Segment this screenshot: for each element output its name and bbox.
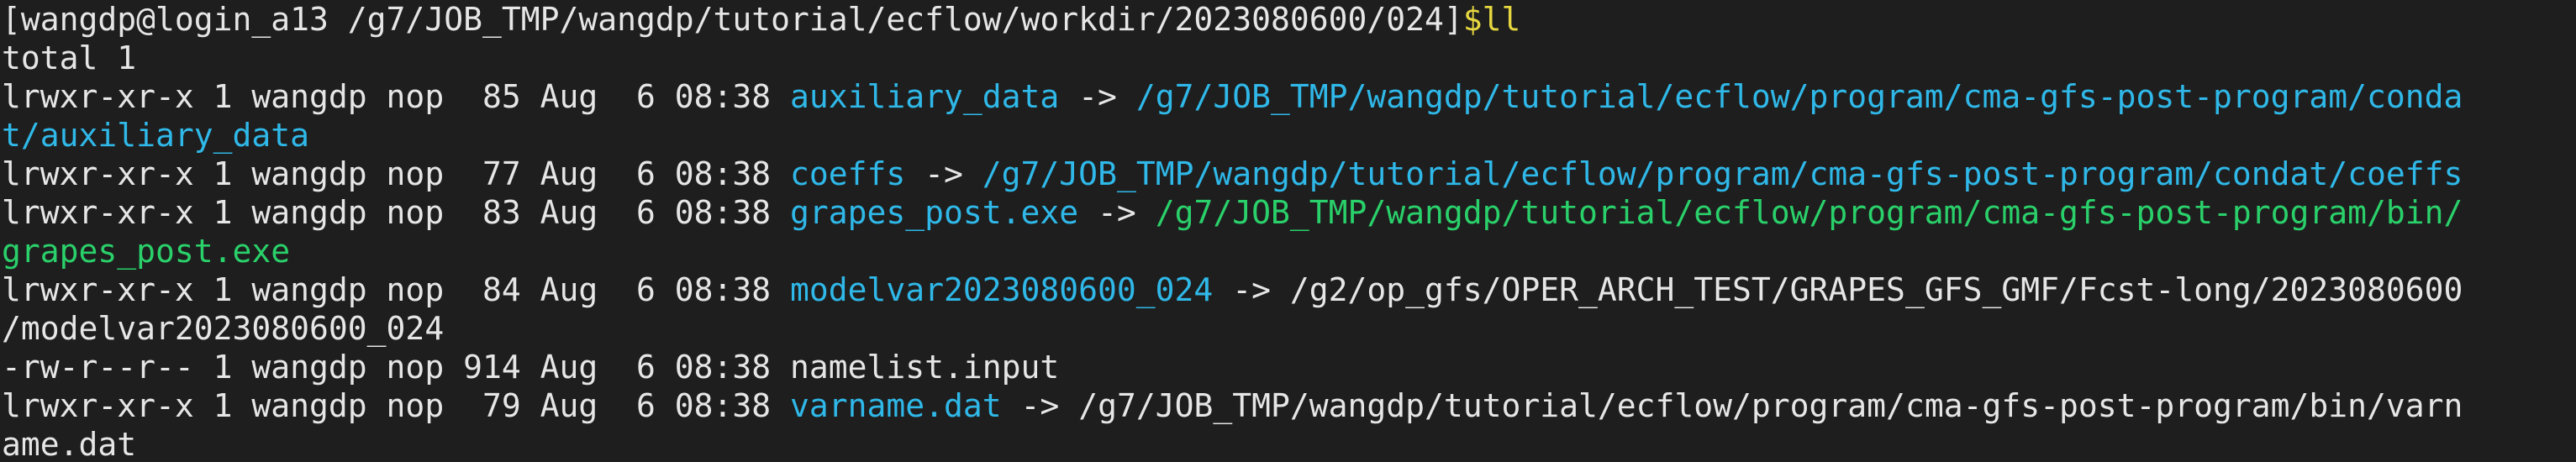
executable-target-wrap: grapes_post.exe: [2, 233, 291, 270]
terminal-window[interactable]: [wangdp@login_a13 /g7/JOB_TMP/wangdp/tut…: [0, 0, 2576, 462]
symlink-name: coeffs: [790, 155, 906, 192]
file-name: namelist.input: [790, 349, 1060, 386]
listing-row-wrap: /modelvar2023080600_024: [2, 309, 2576, 348]
symlink-name: auxiliary_data: [790, 78, 1060, 115]
listing-row: -rw-r--r-- 1 wangdp nop 914 Aug 6 08:38 …: [2, 348, 2576, 386]
shell-prompt: [wangdp@login_a13 /g7/JOB_TMP/wangdp/tut…: [2, 1, 1463, 38]
listing-row: lrwxr-xr-x 1 wangdp nop 85 Aug 6 08:38 a…: [2, 77, 2576, 116]
symlink-target: /g7/JOB_TMP/wangdp/tutorial/ecflow/progr…: [982, 155, 2463, 192]
link-arrow: ->: [905, 155, 982, 192]
total-line: total 1: [2, 39, 2576, 77]
file-meta: -rw-r--r-- 1 wangdp nop 914 Aug 6 08:38: [2, 349, 790, 386]
command-text: $ll: [1462, 1, 1521, 38]
listing-row-wrap: t/auxiliary_data: [2, 116, 2576, 155]
listing-row-wrap: grapes_post.exe: [2, 232, 2576, 270]
listing-row: lrwxr-xr-x 1 wangdp nop 84 Aug 6 08:38 m…: [2, 270, 2576, 309]
link-arrow: ->: [1001, 387, 1079, 424]
listing-row: lrwxr-xr-x 1 wangdp nop 77 Aug 6 08:38 c…: [2, 155, 2576, 193]
prompt-line: [wangdp@login_a13 /g7/JOB_TMP/wangdp/tut…: [2, 0, 2576, 39]
link-arrow: ->: [1078, 194, 1156, 231]
file-meta: lrwxr-xr-x 1 wangdp nop 83 Aug 6 08:38: [2, 194, 790, 231]
file-meta: lrwxr-xr-x 1 wangdp nop 79 Aug 6 08:38: [2, 387, 790, 424]
executable-target: /g7/JOB_TMP/wangdp/tutorial/ecflow/progr…: [1155, 194, 2463, 231]
file-meta: lrwxr-xr-x 1 wangdp nop 84 Aug 6 08:38: [2, 271, 790, 308]
symlink-target-wrap: /modelvar2023080600_024: [2, 310, 445, 347]
symlink-target: /g2/op_gfs/OPER_ARCH_TEST/GRAPES_GFS_GMF…: [1289, 271, 2463, 308]
symlink-target: /g7/JOB_TMP/wangdp/tutorial/ecflow/progr…: [1135, 78, 2463, 115]
symlink-name: modelvar2023080600_024: [790, 271, 1214, 308]
symlink-target: /g7/JOB_TMP/wangdp/tutorial/ecflow/progr…: [1078, 387, 2463, 424]
listing-row: lrwxr-xr-x 1 wangdp nop 79 Aug 6 08:38 v…: [2, 386, 2576, 425]
link-arrow: ->: [1059, 78, 1136, 115]
total-text: total 1: [2, 39, 137, 76]
file-meta: lrwxr-xr-x 1 wangdp nop 85 Aug 6 08:38: [2, 78, 790, 115]
listing-row: lrwxr-xr-x 1 wangdp nop 83 Aug 6 08:38 g…: [2, 193, 2576, 232]
file-meta: lrwxr-xr-x 1 wangdp nop 77 Aug 6 08:38: [2, 155, 790, 192]
link-arrow: ->: [1213, 271, 1290, 308]
symlink-target-wrap: t/auxiliary_data: [2, 117, 310, 154]
symlink-target-wrap: ame.dat: [2, 426, 137, 462]
symlink-name: varname.dat: [790, 387, 1002, 424]
symlink-name: grapes_post.exe: [790, 194, 1079, 231]
listing-row-wrap: ame.dat: [2, 425, 2576, 462]
